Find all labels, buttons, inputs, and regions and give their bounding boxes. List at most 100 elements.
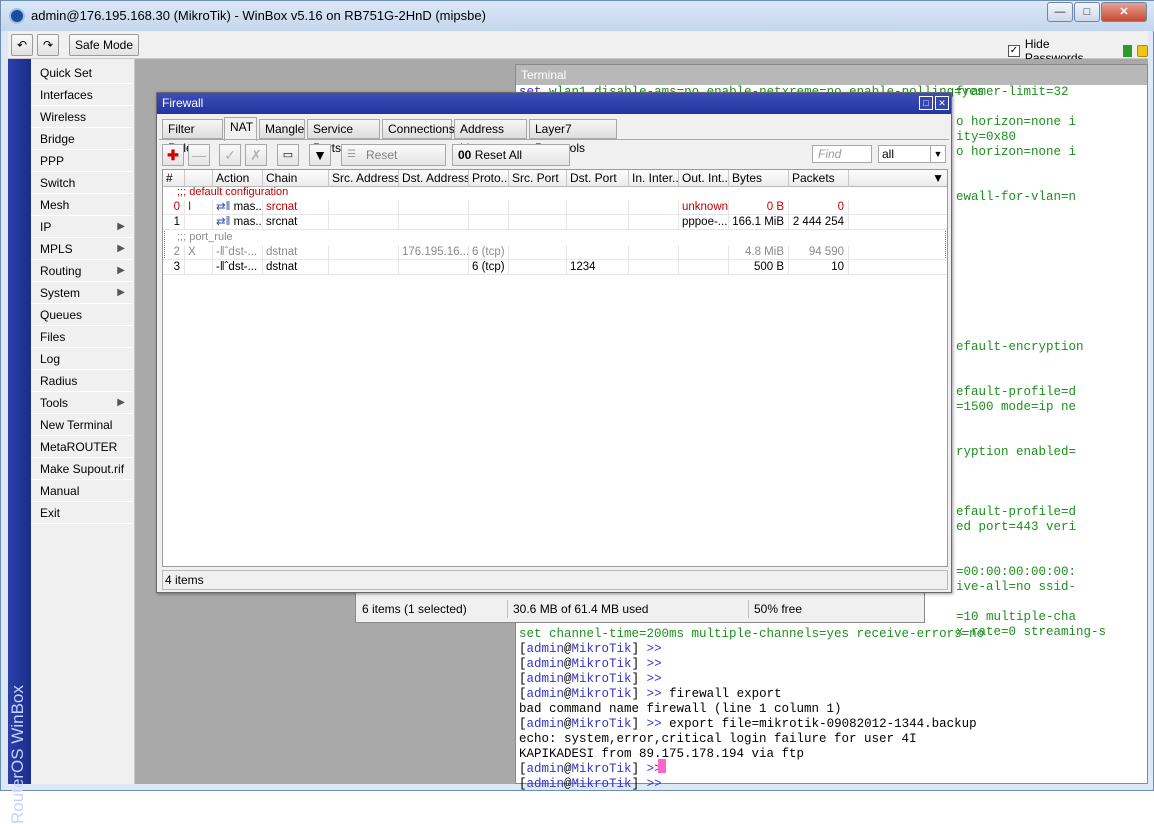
cell-num: 2 <box>163 245 185 260</box>
sidebar-item-mpls[interactable]: MPLS ▶ <box>31 238 133 260</box>
col-dst-address[interactable]: Dst. Address <box>399 170 469 187</box>
cell-bytes: 500 B <box>729 260 789 275</box>
firewall-title[interactable]: Firewall <box>157 93 951 114</box>
chevron-right-icon: ▶ <box>117 265 125 276</box>
sidebar-item-routing[interactable]: Routing ▶ <box>31 260 133 282</box>
tab-service-ports[interactable]: Service Ports <box>307 119 380 155</box>
reset-all-counters-button[interactable]: 00 Reset All Counters <box>452 144 570 182</box>
disable-icon[interactable]: ✗ <box>245 144 267 166</box>
terminal-line: [admin@MikroTik] >> export file=mikrotik… <box>519 717 977 731</box>
terminal-line: [admin@MikroTik] >> <box>519 777 662 791</box>
cell-src <box>329 260 399 275</box>
maximize-icon[interactable]: □ <box>919 96 933 110</box>
brand-text: RouterOS WinBox <box>8 685 27 824</box>
cell-sport <box>509 260 567 275</box>
cell-proto: 6 (tcp) <box>469 260 509 275</box>
maximize-icon[interactable]: □ <box>1074 2 1100 22</box>
tab-nat[interactable]: NAT <box>224 117 257 141</box>
cell-flag: I <box>185 200 213 215</box>
table-row[interactable]: 1 ⇄‖ mas... srcnat pppoe-... 166.1 MiB 2 444 … <box>163 215 947 230</box>
col-protocol[interactable]: Proto... <box>469 170 509 187</box>
col-bytes[interactable]: Bytes <box>729 170 789 187</box>
sidebar-item-label: Interfaces <box>40 88 93 102</box>
remove-icon[interactable]: — <box>188 144 210 166</box>
chevron-right-icon: ▶ <box>117 287 125 298</box>
sidebar-item-ppp[interactable]: PPP <box>31 150 133 172</box>
col-src-port[interactable]: Src. Port <box>509 170 567 187</box>
table-row[interactable]: 3 -‖ˆdst-... dstnat 6 (tcp) 1234 500 B 10 <box>163 260 947 275</box>
checkbox-checked-icon[interactable]: ✓ <box>1008 45 1020 57</box>
comment-icon[interactable]: ▭ <box>277 144 299 166</box>
sidebar-item-new-terminal[interactable]: New Terminal <box>31 414 133 436</box>
sidebar-item-label: Manual <box>40 484 80 498</box>
col-out-interface[interactable]: Out. Int... <box>679 170 729 187</box>
terminal-line: efault-profile=d <box>956 505 1077 519</box>
add-icon[interactable]: ✚ <box>162 144 184 166</box>
cell-action-text: mas... <box>233 201 263 213</box>
cell-in <box>629 215 679 230</box>
cell-flag: X <box>185 245 213 260</box>
cell-dport <box>567 200 629 215</box>
col-src-address[interactable]: Src. Address <box>329 170 399 187</box>
sidebar-item-files[interactable]: Files <box>31 326 133 348</box>
lock-icon <box>1137 45 1148 57</box>
title-bar[interactable]: admin@176.195.168.30 (MikroTik) - WinBox… <box>1 1 1154 31</box>
terminal-line: ed port=443 veri <box>956 520 1077 534</box>
undo-icon[interactable]: ↶ <box>11 34 33 56</box>
masquerade-icon: ⇄‖ <box>216 201 234 213</box>
sidebar-item-system[interactable]: System ▶ <box>31 282 133 304</box>
cell-dst <box>399 215 469 230</box>
sidebar-item-manual[interactable]: Manual <box>31 480 133 502</box>
sidebar-item-label: MetaROUTER <box>40 440 118 454</box>
terminal-line: o horizon=none i <box>956 115 1077 129</box>
tab-address-lists[interactable]: Address Lists <box>454 119 527 155</box>
reset-counters-button[interactable]: Reset Counters <box>341 144 446 182</box>
find-input[interactable]: Find <box>812 145 872 163</box>
terminal-line: [admin@MikroTik] >> <box>519 762 662 776</box>
filter-icon[interactable]: ▼ <box>309 144 331 166</box>
safe-mode-button[interactable]: Safe Mode <box>69 34 139 56</box>
sidebar-item-switch[interactable]: Switch <box>31 172 133 194</box>
sidebar-item-tools[interactable]: Tools ▶ <box>31 392 133 414</box>
sidebar-item-ip[interactable]: IP ▶ <box>31 216 133 238</box>
cell-packets: 2 444 254 <box>789 215 849 230</box>
sidebar-item-interfaces[interactable]: Interfaces <box>31 84 133 106</box>
chevron-down-icon[interactable]: ▼ <box>930 146 945 162</box>
sidebar-item-label: System <box>40 286 81 300</box>
terminal-line: =10 multiple-cha <box>956 610 1077 624</box>
tab-filter-rules[interactable]: Filter Rules <box>162 119 223 155</box>
cell-action-text: dst-... <box>228 246 258 258</box>
close-icon[interactable]: ✕ <box>935 96 949 110</box>
minimize-icon[interactable]: — <box>1047 2 1073 22</box>
sidebar-item-bridge[interactable]: Bridge <box>31 128 133 150</box>
sidebar-item-exit[interactable]: Exit <box>31 502 133 524</box>
main-toolbar: ↶ ↷ Safe Mode ✓ Hide Passwords <box>8 31 1148 65</box>
masquerade-icon: ⇄‖ <box>216 216 234 228</box>
files-used: 30.6 MB of 61.4 MB used <box>509 600 749 618</box>
tab-connections[interactable]: Connections <box>382 119 455 139</box>
sidebar-item-log[interactable]: Log <box>31 348 133 370</box>
col-in-interface[interactable]: In. Inter... <box>629 170 679 187</box>
sidebar-item-queues[interactable]: Queues <box>31 304 133 326</box>
col-packets[interactable]: Packets <box>789 170 849 187</box>
redo-icon[interactable]: ↷ <box>37 34 59 56</box>
sidebar-item-metarouter[interactable]: MetaROUTER <box>31 436 133 458</box>
enable-icon[interactable]: ✓ <box>219 144 241 166</box>
header-menu-chevron[interactable]: ▼ <box>849 170 947 187</box>
status-green-icon <box>1123 45 1133 57</box>
col-dst-port[interactable]: Dst. Port <box>567 170 629 187</box>
cell-out: unknown <box>679 200 729 215</box>
sidebar-item-wireless[interactable]: Wireless <box>31 106 133 128</box>
cell-action: ⇄‖ mas... <box>213 200 263 215</box>
sidebar-item-radius[interactable]: Radius <box>31 370 133 392</box>
tab-mangle[interactable]: Mangle <box>259 119 305 139</box>
table-row[interactable]: 2 X -‖ˆdst-... dstnat 176.195.16... 6 (tcp) 4.… <box>163 245 947 260</box>
close-icon[interactable]: ✕ <box>1101 2 1147 22</box>
table-row[interactable]: 0 I ⇄‖ mas... srcnat unknown 0 B0 <box>163 200 947 215</box>
sidebar-item-quick-set[interactable]: Quick Set <box>31 62 133 84</box>
sidebar-item-make-supout-rif[interactable]: Make Supout.rif <box>31 458 133 480</box>
sidebar-item-mesh[interactable]: Mesh <box>31 194 133 216</box>
sidebar-item-label: Log <box>40 352 61 366</box>
tab-layer7-protocols[interactable]: Layer7 Protocols <box>529 119 617 155</box>
terminal-line: ity=0x80 <box>956 130 1017 144</box>
